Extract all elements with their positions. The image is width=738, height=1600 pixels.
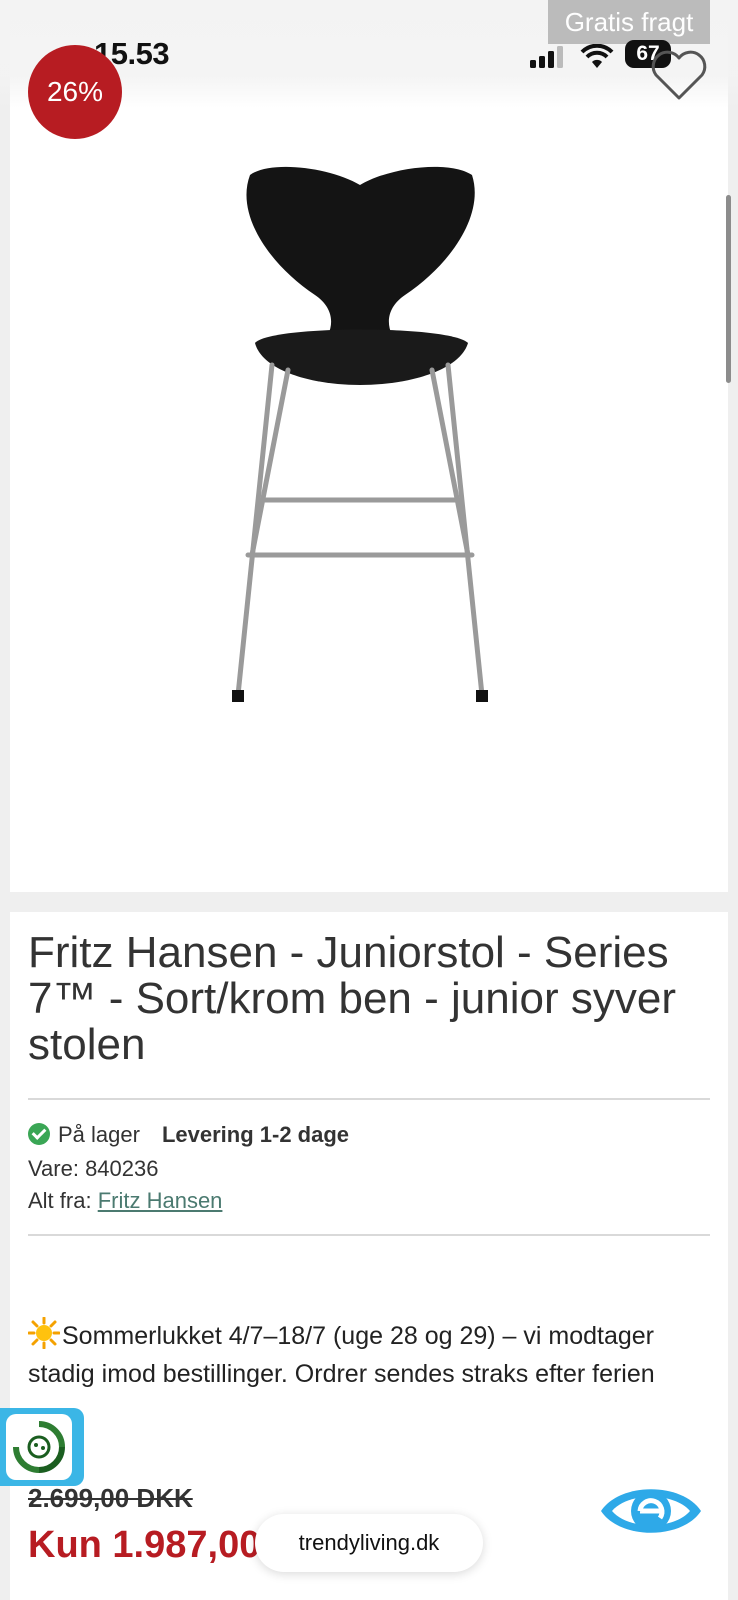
brand-prefix: Alt fra: (28, 1188, 92, 1213)
old-price: 2.699,00 DKK (28, 1483, 193, 1513)
free-shipping-banner: Gratis fragt (548, 0, 710, 44)
browser-url-bar[interactable]: trendyliving.dk (255, 1514, 483, 1572)
cellular-signal-icon (530, 46, 563, 68)
wifi-icon (580, 44, 614, 68)
product-title: Fritz Hansen - Juniorstol - Series 7™ - … (28, 928, 676, 1069)
check-circle-icon (28, 1123, 50, 1145)
discount-badge: 26% (28, 45, 122, 139)
delivery-time: Levering 1-2 dage (161, 1122, 350, 1147)
stock-status: På lager (58, 1122, 140, 1147)
divider (28, 1098, 710, 1100)
notice-text: Sommerlukket 4/7–18/7 (uge 28 og 29) – v… (28, 1322, 655, 1388)
scrollbar[interactable] (726, 195, 731, 383)
product-sku: Vare: 840236 (28, 1156, 159, 1181)
e-mark-badge-icon[interactable] (598, 1478, 704, 1544)
brand-row: Alt fra: Fritz Hansen (28, 1188, 222, 1214)
divider (28, 1234, 710, 1236)
stock-row: På lager Levering 1-2 dage (28, 1122, 349, 1148)
sun-icon (28, 1317, 60, 1349)
summer-closing-notice: Sommerlukket 4/7–18/7 (uge 28 og 29) – v… (28, 1317, 718, 1393)
brand-link[interactable]: Fritz Hansen (98, 1188, 223, 1213)
recycle-icon (13, 1421, 65, 1473)
heart-icon[interactable] (648, 48, 710, 104)
recycle-badge[interactable] (0, 1408, 84, 1486)
product-image-chair (232, 166, 488, 702)
